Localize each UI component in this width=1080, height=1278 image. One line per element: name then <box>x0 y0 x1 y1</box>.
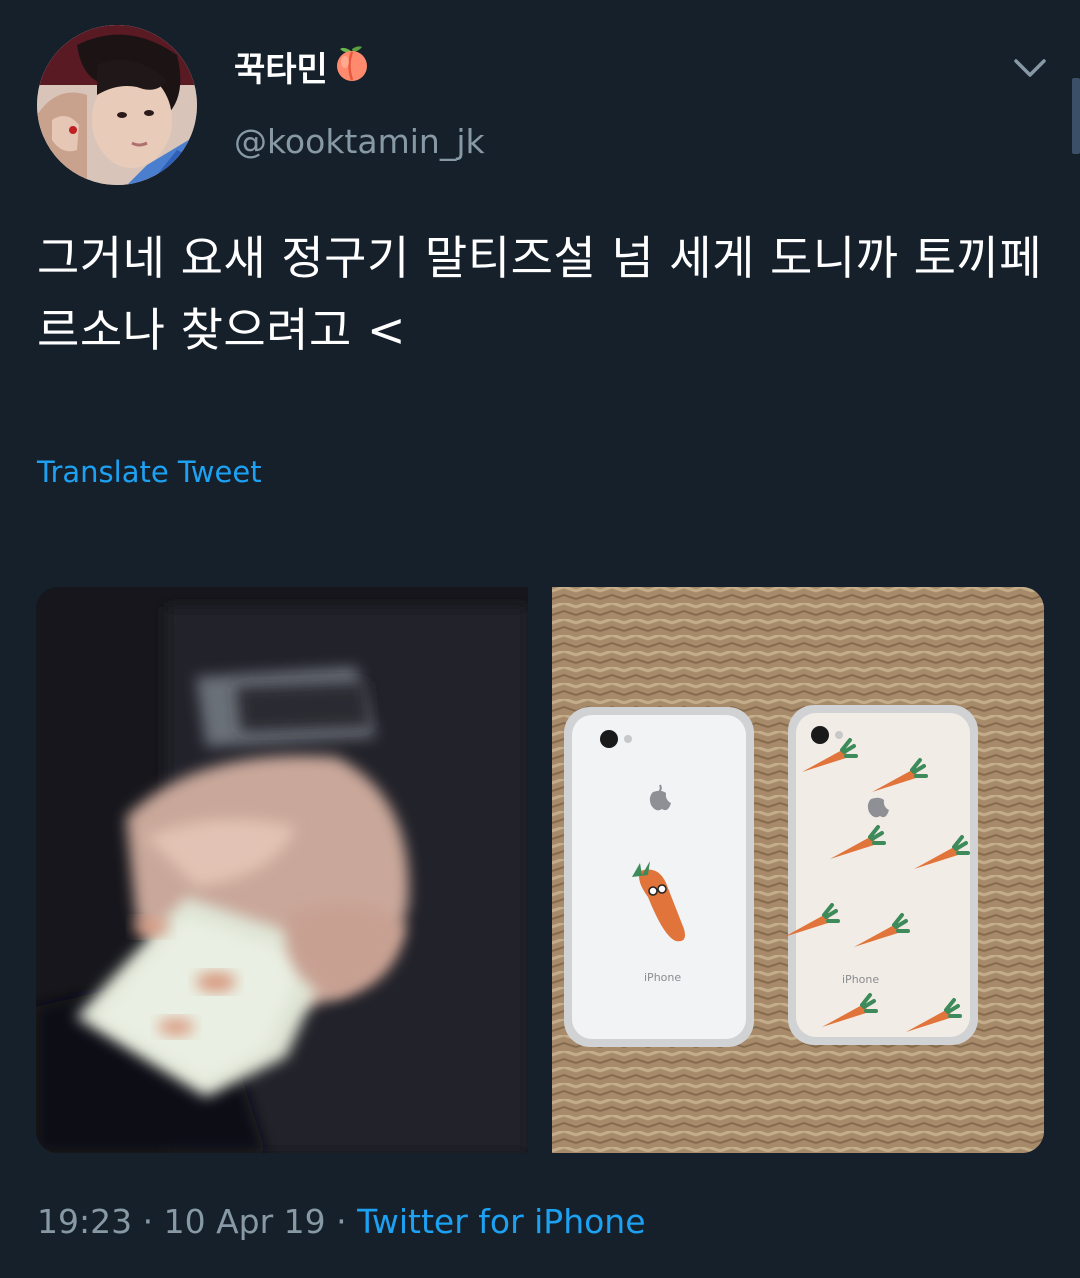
tweet-meta: 19:23 · 10 Apr 19 · Twitter for iPhone <box>37 1200 646 1244</box>
tweet-source-link[interactable]: Twitter for iPhone <box>357 1202 645 1241</box>
media-image-left[interactable] <box>36 587 528 1153</box>
avatar[interactable] <box>37 25 197 185</box>
peach-emoji-icon <box>332 43 372 94</box>
chevron-down-icon[interactable] <box>1009 52 1051 86</box>
tweet-time[interactable]: 19:23 <box>37 1202 132 1241</box>
display-name[interactable]: 꾹타민 <box>234 46 372 94</box>
translate-tweet-link[interactable]: Translate Tweet <box>37 452 262 492</box>
display-name-text: 꾹타민 <box>234 50 328 90</box>
media-grid: iPhone iPhone <box>36 587 1044 1153</box>
meta-separator: · <box>336 1202 347 1241</box>
user-handle[interactable]: @kooktamin_jk <box>234 120 485 164</box>
scroll-indicator <box>1072 78 1080 154</box>
svg-text:iPhone: iPhone <box>644 971 681 984</box>
svg-text:iPhone: iPhone <box>842 973 879 986</box>
blurred-hand-holding-phone-image <box>36 587 528 1153</box>
two-iphone-cases-image: iPhone iPhone <box>552 587 1044 1153</box>
tweet-date[interactable]: 10 Apr 19 <box>164 1202 326 1241</box>
media-image-right[interactable]: iPhone iPhone <box>552 587 1044 1153</box>
avatar-photo <box>37 25 197 185</box>
tweet-text: 그거네 요새 정구기 말티즈설 넘 세게 도니까 토끼페르소나 찾으려고 < <box>37 231 1043 357</box>
meta-separator: · <box>142 1202 154 1241</box>
